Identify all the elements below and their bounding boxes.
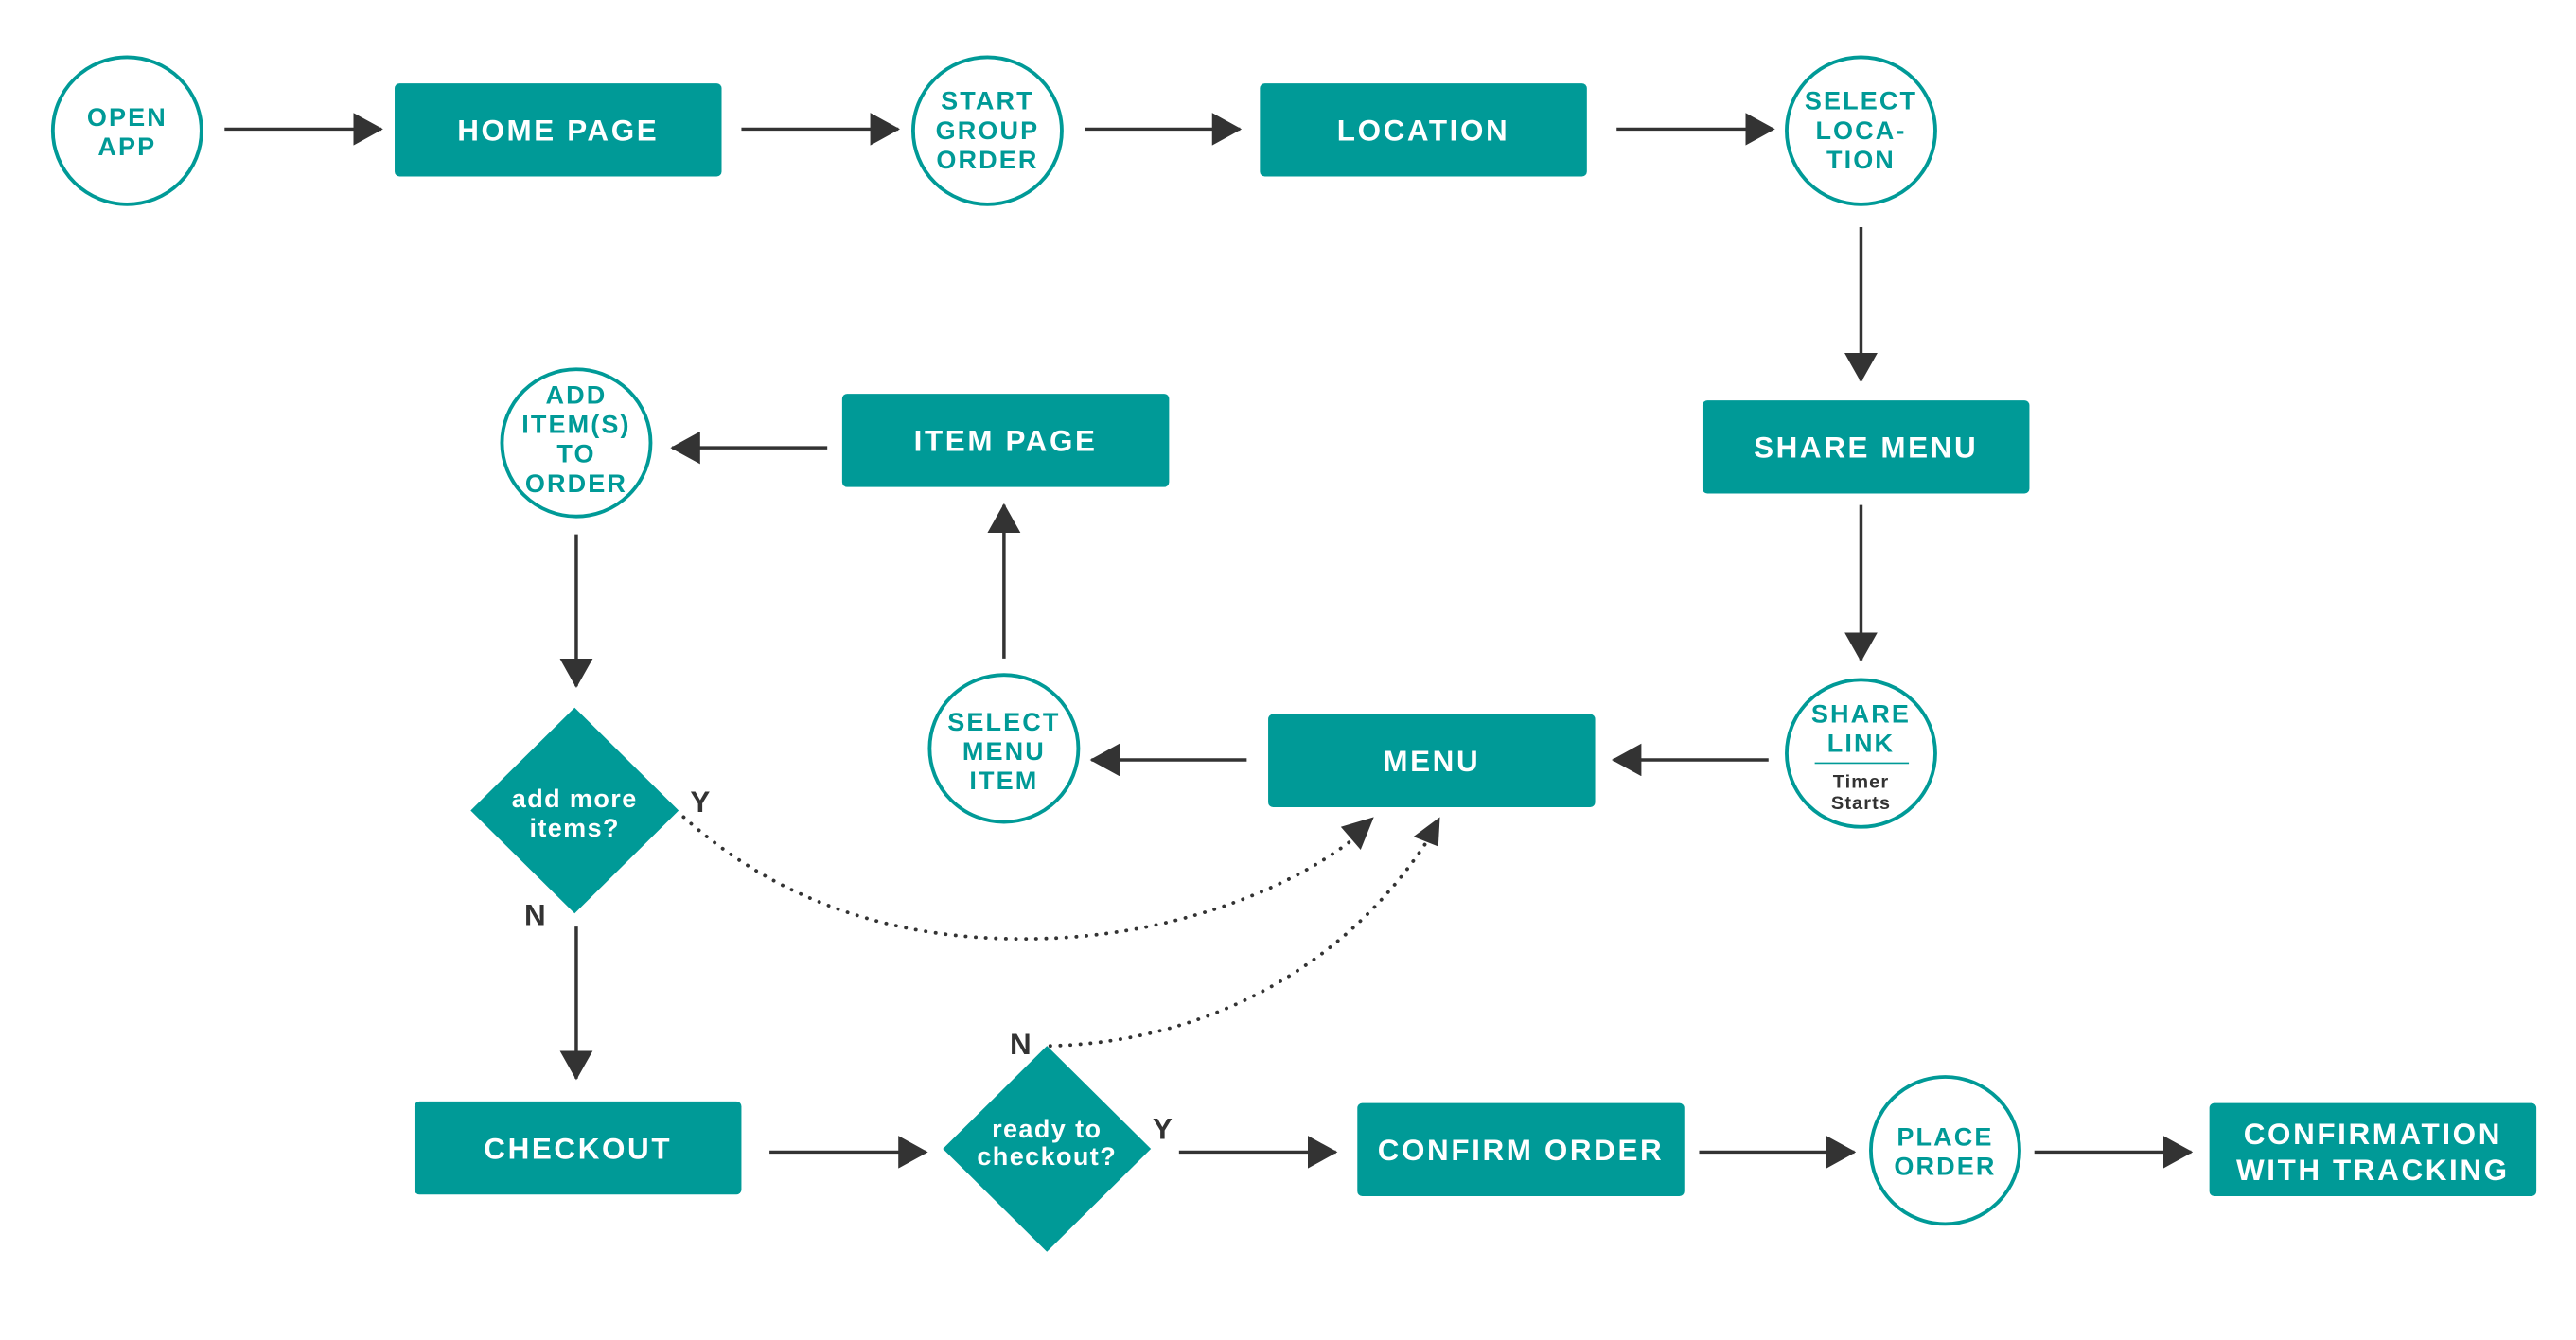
node-open-app: OPEN APP <box>50 55 203 206</box>
svg-text:LOCATION: LOCATION <box>1337 115 1510 148</box>
node-share-menu: SHARE MENU <box>1702 400 2030 494</box>
svg-text:HOME PAGE: HOME PAGE <box>457 115 659 148</box>
dotted-arrow-more-items-to-menu <box>681 815 1367 942</box>
node-place-order: PLACE ORDER <box>1869 1075 2021 1226</box>
dotted-arrow-not-ready-to-menu <box>1048 835 1432 1049</box>
node-location: LOCATION <box>1260 83 1587 177</box>
node-confirm-order: CONFIRM ORDER <box>1357 1102 1685 1197</box>
node-share-link: SHARE LINK Timer Starts <box>1785 678 1937 829</box>
svg-text:CONFIRM ORDER: CONFIRM ORDER <box>1378 1134 1665 1167</box>
node-menu: MENU <box>1268 714 1596 808</box>
svg-text:ITEM PAGE: ITEM PAGE <box>914 425 1098 458</box>
svg-text:MENU: MENU <box>1383 745 1480 778</box>
decision-ready-to-checkout: ready to checkout? <box>943 1046 1152 1252</box>
svg-text:add moreitems?: add more items? <box>512 785 638 842</box>
svg-text:CHECKOUT: CHECKOUT <box>484 1132 672 1165</box>
svg-text:STARTGROUPORDER: START GROUP ORDER <box>936 87 1040 174</box>
connectors <box>224 113 2194 1169</box>
node-checkout: CHECKOUT <box>414 1101 742 1195</box>
node-item-page: ITEM PAGE <box>841 394 1170 487</box>
svg-text:ready tocheckout?: ready to checkout? <box>977 1115 1117 1171</box>
label-no: N <box>524 899 546 932</box>
arrowhead-not-ready <box>1413 817 1440 847</box>
svg-text:SHARE MENU: SHARE MENU <box>1754 432 1978 465</box>
user-flow-diagram: OPEN APP START GROUP ORDER SELECT LOCA-TION … <box>50 55 2537 1252</box>
label-yes: Y <box>1153 1113 1173 1146</box>
node-confirmation-with-tracking: CONFIRMATION WITH TRACKING <box>2209 1102 2537 1197</box>
svg-text:PLACEORDER: PLACE ORDER <box>1894 1123 1996 1181</box>
svg-text:OPENAPP: OPEN APP <box>87 103 168 161</box>
node-start-group-order: START GROUP ORDER <box>910 55 1064 206</box>
node-select-location: SELECT LOCA-TION <box>1785 55 1937 206</box>
decision-add-more-items: add more items? <box>470 707 679 914</box>
arrowhead-more-items <box>1340 817 1374 850</box>
node-select-menu-item: SELECT MENU ITEM <box>927 673 1081 824</box>
node-home-page: HOME PAGE <box>395 83 722 177</box>
svg-text:TimerStarts: Timer Starts <box>1831 771 1891 813</box>
node-add-items-to-order: ADD ITEM(S) TO ORDER <box>500 367 653 519</box>
label-no: N <box>1010 1028 1032 1061</box>
label-yes: Y <box>690 785 710 819</box>
